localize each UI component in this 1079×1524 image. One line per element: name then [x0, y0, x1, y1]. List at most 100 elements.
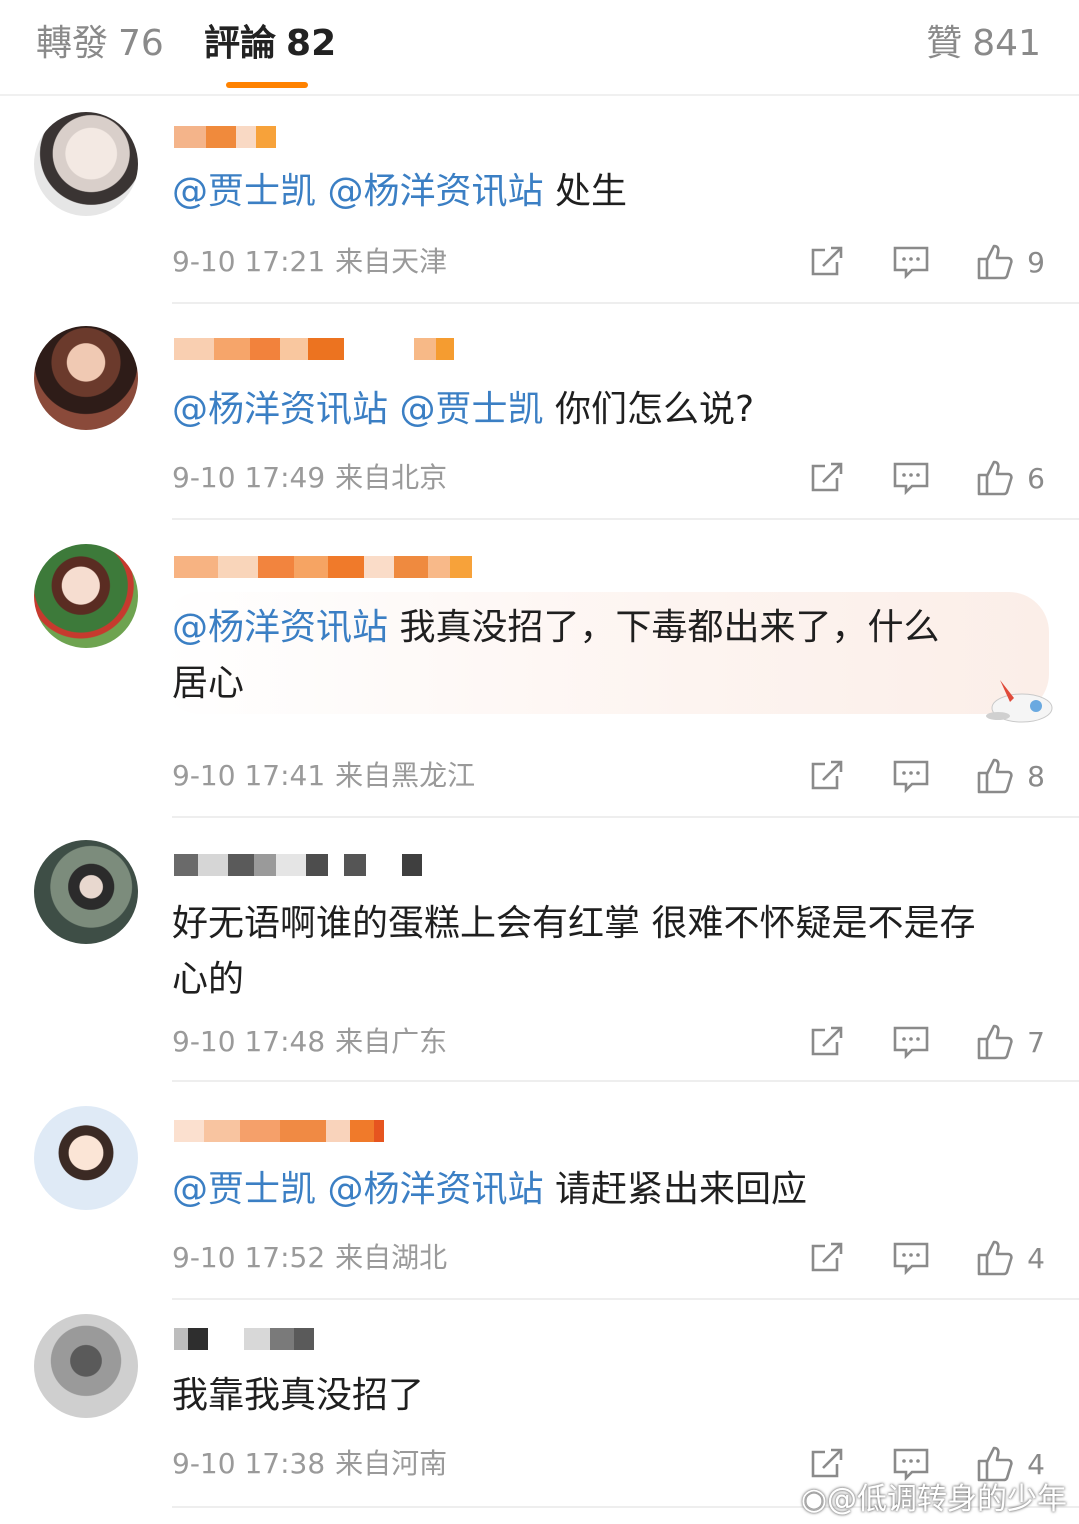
comment-actions: 9	[807, 240, 1045, 284]
comment-text: @贾士凯 @杨洋资讯站 处生	[172, 164, 1039, 220]
comment-date: 9-10 17:49	[172, 461, 326, 494]
username-blurred[interactable]	[174, 848, 422, 882]
avatar[interactable]	[34, 1106, 138, 1210]
share-icon[interactable]	[807, 1238, 847, 1278]
comment-item: 我靠我真没招了 9-10 17:38 来自河南 4	[0, 1300, 1079, 1506]
mention-link[interactable]: @杨洋资讯站	[172, 607, 388, 648]
comment-item: @贾士凯 @杨洋资讯站 请赶紧出来回应 9-10 17:52 来自湖北 4	[0, 1082, 1079, 1298]
mention-link[interactable]: @杨洋资讯站	[327, 1169, 543, 1210]
thumbs-up-icon[interactable]	[975, 1022, 1015, 1062]
comment-actions: 4	[807, 1236, 1045, 1280]
comment-body: 请赶紧出来回应	[554, 1169, 807, 1210]
avatar[interactable]	[34, 840, 138, 944]
comment-body: 你们怎么说?	[554, 389, 755, 430]
thumbs-up-icon[interactable]	[975, 242, 1015, 282]
comment-location: 来自天津	[335, 245, 448, 278]
comment-icon[interactable]	[891, 1444, 931, 1484]
like-count: 6	[1027, 461, 1045, 495]
comment-text: 好无语啊谁的蛋糕上会有红掌 很难不怀疑是不是存 心的	[172, 896, 1039, 1008]
mention-link[interactable]: @贾士凯	[172, 171, 316, 212]
comment-meta: 9-10 17:41 来自黑龙江	[172, 756, 475, 796]
comment-body: 我真没招了，下毒都出来了，什么	[399, 607, 940, 648]
comment-location: 来自广东	[335, 1025, 448, 1058]
share-icon[interactable]	[807, 1444, 847, 1484]
avatar[interactable]	[34, 326, 138, 430]
avatar[interactable]	[34, 112, 138, 216]
comment-icon[interactable]	[891, 242, 931, 282]
thumbs-up-icon[interactable]	[975, 756, 1015, 796]
comment-actions: 6	[807, 456, 1045, 500]
share-icon[interactable]	[807, 242, 847, 282]
mention-link[interactable]: @杨洋资讯站	[172, 389, 388, 430]
tab-comments-label: 評論	[204, 23, 277, 64]
tab-comments[interactable]: 評論 82	[204, 20, 336, 68]
watermark-text: @低调转身的少年	[827, 1482, 1067, 1517]
comment-body: 我靠我真没招了	[172, 1375, 425, 1416]
comment-actions: 7	[807, 1020, 1045, 1064]
avatar[interactable]	[34, 544, 138, 648]
share-icon[interactable]	[807, 458, 847, 498]
username-blurred[interactable]	[174, 120, 276, 154]
comment-text: @贾士凯 @杨洋资讯站 请赶紧出来回应	[172, 1162, 1039, 1218]
comment-body-line2: 心的	[172, 959, 245, 1000]
comment-location: 来自黑龙江	[335, 759, 476, 792]
comment-icon[interactable]	[891, 1022, 931, 1062]
comment-date: 9-10 17:38	[172, 1447, 326, 1480]
mention-link[interactable]: @杨洋资讯站	[327, 171, 543, 212]
tab-forward-label: 轉發	[36, 23, 109, 64]
username-blurred[interactable]	[174, 1114, 384, 1148]
comment-item: @杨洋资讯站 @贾士凯 你们怎么说? 9-10 17:49 来自北京 6	[0, 304, 1079, 518]
comment-text: @杨洋资讯站 @贾士凯 你们怎么说?	[172, 382, 1039, 438]
comment-date: 9-10 17:52	[172, 1241, 326, 1274]
comment-tabs: 轉發 76 評論 82 贊 841	[0, 0, 1079, 96]
active-tab-indicator	[226, 82, 308, 88]
comment-icon[interactable]	[891, 756, 931, 796]
comment-text: 我靠我真没招了	[172, 1368, 1039, 1424]
comment-meta: 9-10 17:49 来自北京	[172, 458, 447, 498]
comment-body: 处生	[554, 171, 627, 212]
tab-likes-label: 贊	[926, 23, 963, 64]
comment-icon[interactable]	[891, 1238, 931, 1278]
mention-link[interactable]: @贾士凯	[399, 389, 543, 430]
username-blurred[interactable]	[174, 550, 472, 584]
comment-body: 好无语啊谁的蛋糕上会有红掌 很难不怀疑是不是存	[172, 903, 976, 944]
username-blurred[interactable]	[174, 332, 454, 366]
like-count: 7	[1027, 1025, 1045, 1059]
comment-meta: 9-10 17:48 来自广东	[172, 1022, 447, 1062]
thumbs-up-icon[interactable]	[975, 458, 1015, 498]
avatar[interactable]	[34, 1314, 138, 1418]
comment-item: @贾士凯 @杨洋资讯站 处生 9-10 17:21 来自天津 9	[0, 96, 1079, 302]
comment-meta: 9-10 17:21 来自天津	[172, 242, 447, 282]
tab-likes-count: 841	[972, 23, 1041, 64]
comment-location: 来自河南	[335, 1447, 448, 1480]
thumbs-up-icon[interactable]	[975, 1444, 1015, 1484]
share-icon[interactable]	[807, 756, 847, 796]
comment-date: 9-10 17:21	[172, 245, 326, 278]
comment-body-line2: 居心	[172, 663, 245, 704]
like-count: 8	[1027, 759, 1045, 793]
thumbs-up-icon[interactable]	[975, 1238, 1015, 1278]
like-count: 4	[1027, 1241, 1045, 1275]
username-blurred[interactable]	[174, 1322, 314, 1356]
like-count: 4	[1027, 1447, 1045, 1481]
comment-item: @杨洋资讯站 我真没招了，下毒都出来了，什么居心 9-10 17:41 来自黑龙江…	[0, 520, 1079, 816]
comment-text: @杨洋资讯站 我真没招了，下毒都出来了，什么居心	[172, 600, 1039, 712]
comment-item: 好无语啊谁的蛋糕上会有红掌 很难不怀疑是不是存 心的 9-10 17:48 来自广东…	[0, 818, 1079, 1080]
like-count: 9	[1027, 245, 1045, 279]
comment-date: 9-10 17:41	[172, 759, 326, 792]
comment-location: 来自湖北	[335, 1241, 448, 1274]
tab-comments-count: 82	[286, 23, 337, 64]
tab-likes[interactable]: 贊 841	[926, 20, 1041, 68]
comment-meta: 9-10 17:52 来自湖北	[172, 1238, 447, 1278]
mention-link[interactable]: @贾士凯	[172, 1169, 316, 1210]
comment-date: 9-10 17:48	[172, 1025, 326, 1058]
weibo-watermark: ◉@低调转身的少年	[801, 1480, 1067, 1520]
tab-forward-count: 76	[118, 23, 164, 64]
comment-meta: 9-10 17:38 来自河南	[172, 1444, 447, 1484]
comment-location: 来自北京	[335, 461, 448, 494]
comment-icon[interactable]	[891, 458, 931, 498]
airplane-sticker-icon	[980, 672, 1060, 736]
share-icon[interactable]	[807, 1022, 847, 1062]
weibo-logo-icon: ◉	[800, 1482, 827, 1517]
tab-forward[interactable]: 轉發 76	[36, 20, 164, 68]
